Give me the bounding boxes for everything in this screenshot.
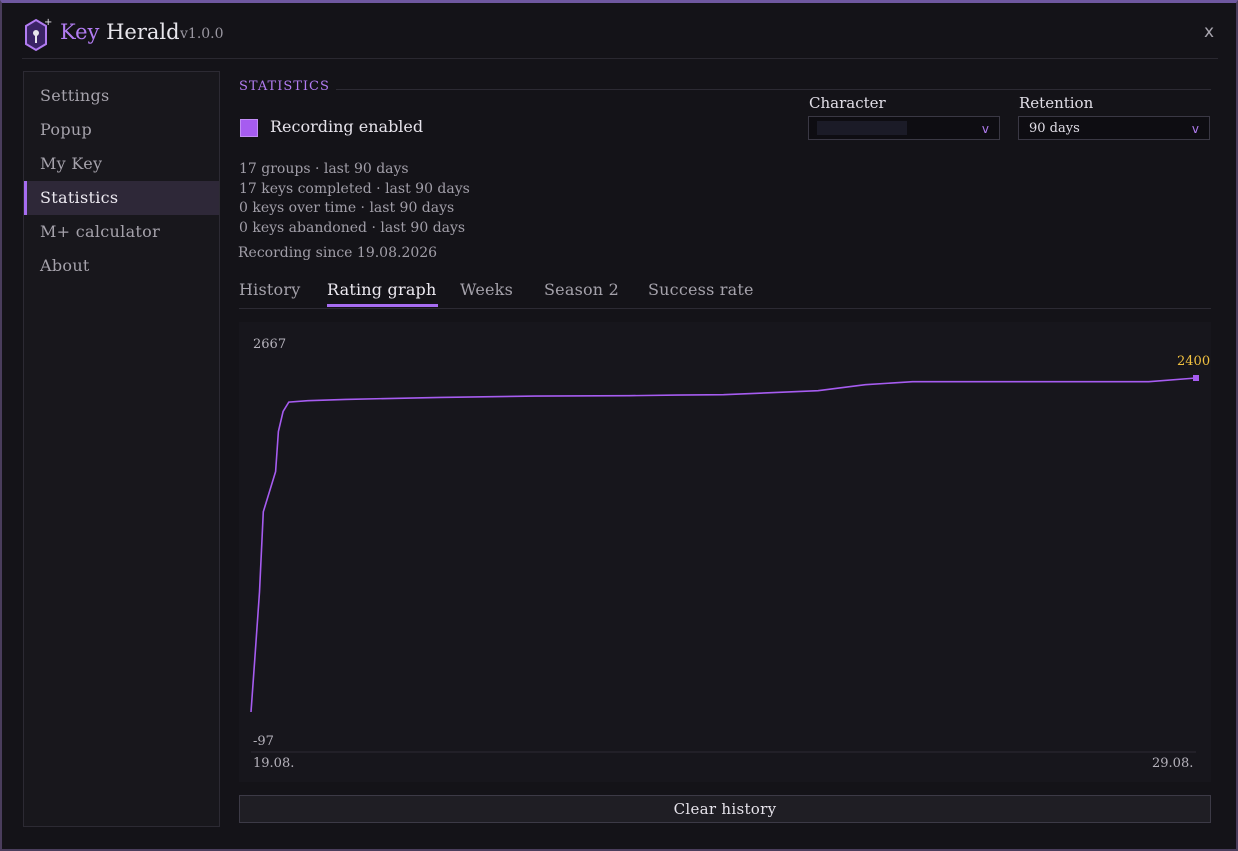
stat-keys-abandoned: 0 keys abandoned · last 90 days	[239, 220, 466, 236]
character-select[interactable]: v	[808, 116, 1000, 140]
character-select-value	[817, 121, 907, 135]
section-divider	[336, 89, 1211, 90]
section-title: STATISTICS	[239, 79, 330, 94]
tab-weeks[interactable]: Weeks	[460, 280, 513, 299]
recording-checkbox[interactable]	[240, 119, 258, 137]
y-axis-min-label: -97	[253, 734, 274, 749]
sidebar: Settings Popup My Key Statistics M+ calc…	[23, 71, 220, 827]
sidebar-item-statistics[interactable]: Statistics	[24, 181, 219, 215]
chevron-down-icon: v	[1191, 122, 1199, 136]
close-button[interactable]: x	[1204, 22, 1214, 42]
retention-label: Retention	[1019, 94, 1094, 112]
tab-history[interactable]: History	[239, 280, 300, 299]
statistics-tabs: History Rating graph Weeks Season 2 Succ…	[239, 278, 1211, 309]
app-title-rest: Herald	[106, 20, 180, 44]
tab-success-rate[interactable]: Success rate	[648, 280, 754, 299]
chevron-down-icon: v	[981, 122, 989, 136]
rating-graph: 2667 -97 19.08. 29.08. 2400	[239, 322, 1211, 782]
tab-season-2[interactable]: Season 2	[544, 280, 619, 299]
key-herald-logo-icon: +	[25, 17, 52, 52]
x-axis-end-label: 29.08.	[1152, 756, 1194, 771]
title-bar: + Key Herald v1.0.0 x	[22, 14, 1218, 59]
sidebar-item-popup[interactable]: Popup	[24, 113, 219, 147]
stat-keys-over-time: 0 keys over time · last 90 days	[239, 200, 455, 216]
svg-text:+: +	[44, 17, 52, 28]
app-title: Key Herald	[60, 20, 180, 44]
active-tab-indicator	[327, 304, 438, 307]
stat-keys-completed: 17 keys completed · last 90 days	[239, 181, 470, 197]
sidebar-item-my-key[interactable]: My Key	[24, 147, 219, 181]
character-label: Character	[809, 94, 886, 112]
x-axis-start-label: 19.08.	[253, 756, 295, 771]
last-value-label: 2400	[1177, 354, 1211, 369]
last-point-marker	[1193, 375, 1199, 381]
app-title-key: Key	[60, 20, 100, 44]
recording-since: Recording since 19.08.2026	[238, 245, 438, 261]
rating-series-line	[250, 377, 1197, 713]
y-axis-max-label: 2667	[253, 337, 287, 352]
sidebar-item-settings[interactable]: Settings	[24, 79, 219, 113]
rating-graph-svg	[250, 375, 1199, 753]
tab-rating-graph[interactable]: Rating graph	[327, 280, 437, 299]
sidebar-item-mplus-calculator[interactable]: M+ calculator	[24, 215, 219, 249]
clear-history-button[interactable]: Clear history	[239, 795, 1211, 823]
sidebar-item-about[interactable]: About	[24, 249, 219, 283]
app-version: v1.0.0	[180, 26, 224, 42]
stat-groups: 17 groups · last 90 days	[239, 161, 409, 177]
retention-select-value: 90 days	[1029, 121, 1080, 136]
retention-select[interactable]: 90 days v	[1018, 116, 1210, 140]
recording-label: Recording enabled	[270, 117, 424, 136]
